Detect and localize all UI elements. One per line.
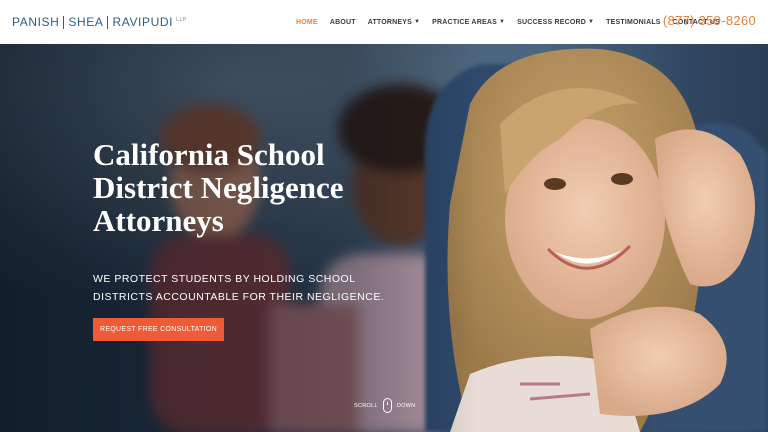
logo-divider — [107, 15, 109, 29]
nav-practice-areas[interactable]: PRACTICE AREAS ▼ — [432, 19, 505, 26]
request-consultation-button[interactable]: REQUEST FREE CONSULTATION — [93, 318, 224, 341]
caret-down-icon: ▼ — [498, 19, 506, 25]
nav-about[interactable]: ABOUT — [330, 19, 356, 26]
hero-overlay — [0, 44, 768, 432]
nav-home[interactable]: HOME — [296, 19, 318, 26]
nav-success-record[interactable]: SUCCESS RECORD ▼ — [517, 19, 594, 26]
scroll-label: SCROLL — [354, 402, 378, 409]
mouse-icon — [382, 398, 392, 413]
nav-label: ATTORNEYS — [367, 18, 413, 26]
nav-label: HOME — [296, 18, 318, 26]
hero-subtitle: WE PROTECT STUDENTS BY HOLDING SCHOOL DI… — [93, 273, 385, 303]
hero-section: California School District Negligence At… — [0, 44, 768, 432]
logo-word-shea: SHEA — [68, 15, 104, 29]
nav-label: TESTIMONIALS — [606, 18, 661, 26]
logo-divider — [63, 15, 65, 29]
caret-down-icon: ▼ — [588, 19, 595, 25]
phone-number-link[interactable]: (877) 359-8260 — [663, 13, 756, 28]
logo-word-ravipudi: RAVIPUDI — [112, 15, 174, 29]
nav-label: SUCCESS RECORD — [517, 18, 587, 26]
nav-label: PRACTICE AREAS — [432, 18, 497, 26]
scroll-down-indicator[interactable]: SCROLL DOWN — [354, 398, 415, 413]
logo-suffix: LLP — [176, 17, 187, 23]
nav-label: ABOUT — [329, 18, 356, 26]
logo-word-panish: PANISH — [12, 15, 60, 29]
hero-title: California School District Negligence At… — [93, 137, 344, 238]
caret-down-icon: ▼ — [414, 19, 421, 25]
nav-attorneys[interactable]: ATTORNEYS ▼ — [368, 19, 420, 26]
brand-logo[interactable]: PANISH SHEA RAVIPUDI LLP — [12, 15, 187, 29]
site-header: PANISH SHEA RAVIPUDI LLP HOME ABOUT ATTO… — [0, 0, 768, 44]
down-label: DOWN — [396, 402, 416, 409]
nav-testimonials[interactable]: TESTIMONIALS — [606, 19, 661, 26]
